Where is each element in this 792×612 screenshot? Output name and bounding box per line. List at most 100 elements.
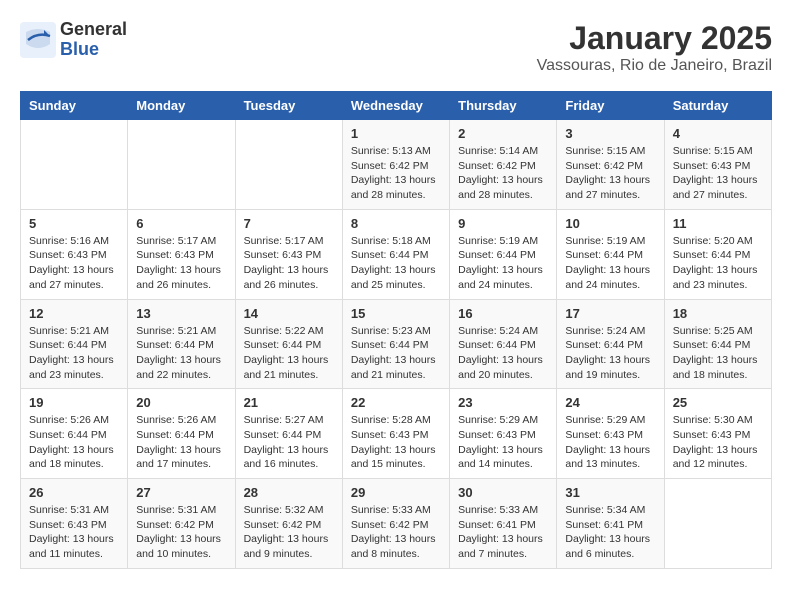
day-info: Sunrise: 5:20 AMSunset: 6:44 PMDaylight:…	[673, 234, 763, 293]
header-thursday: Thursday	[450, 92, 557, 120]
day-cell	[664, 479, 771, 569]
week-row-1: 1 Sunrise: 5:13 AMSunset: 6:42 PMDayligh…	[21, 120, 772, 210]
day-cell: 11 Sunrise: 5:20 AMSunset: 6:44 PMDaylig…	[664, 209, 771, 299]
day-info: Sunrise: 5:26 AMSunset: 6:44 PMDaylight:…	[29, 413, 119, 472]
day-number: 20	[136, 395, 226, 410]
day-info: Sunrise: 5:30 AMSunset: 6:43 PMDaylight:…	[673, 413, 763, 472]
day-number: 7	[244, 216, 334, 231]
day-number: 8	[351, 216, 441, 231]
day-number: 28	[244, 485, 334, 500]
day-number: 15	[351, 306, 441, 321]
day-info: Sunrise: 5:29 AMSunset: 6:43 PMDaylight:…	[565, 413, 655, 472]
calendar-title: January 2025	[537, 20, 772, 57]
week-row-2: 5 Sunrise: 5:16 AMSunset: 6:43 PMDayligh…	[21, 209, 772, 299]
day-cell: 25 Sunrise: 5:30 AMSunset: 6:43 PMDaylig…	[664, 389, 771, 479]
day-cell: 22 Sunrise: 5:28 AMSunset: 6:43 PMDaylig…	[342, 389, 449, 479]
day-cell: 7 Sunrise: 5:17 AMSunset: 6:43 PMDayligh…	[235, 209, 342, 299]
day-cell: 13 Sunrise: 5:21 AMSunset: 6:44 PMDaylig…	[128, 299, 235, 389]
day-number: 2	[458, 126, 548, 141]
day-number: 25	[673, 395, 763, 410]
logo-blue: Blue	[60, 40, 127, 60]
day-number: 5	[29, 216, 119, 231]
day-cell: 28 Sunrise: 5:32 AMSunset: 6:42 PMDaylig…	[235, 479, 342, 569]
day-cell: 21 Sunrise: 5:27 AMSunset: 6:44 PMDaylig…	[235, 389, 342, 479]
logo-icon	[20, 22, 56, 58]
day-number: 30	[458, 485, 548, 500]
day-cell: 23 Sunrise: 5:29 AMSunset: 6:43 PMDaylig…	[450, 389, 557, 479]
day-number: 24	[565, 395, 655, 410]
day-info: Sunrise: 5:16 AMSunset: 6:43 PMDaylight:…	[29, 234, 119, 293]
day-cell: 5 Sunrise: 5:16 AMSunset: 6:43 PMDayligh…	[21, 209, 128, 299]
week-row-4: 19 Sunrise: 5:26 AMSunset: 6:44 PMDaylig…	[21, 389, 772, 479]
day-number: 22	[351, 395, 441, 410]
day-number: 17	[565, 306, 655, 321]
day-cell: 15 Sunrise: 5:23 AMSunset: 6:44 PMDaylig…	[342, 299, 449, 389]
day-info: Sunrise: 5:28 AMSunset: 6:43 PMDaylight:…	[351, 413, 441, 472]
day-info: Sunrise: 5:24 AMSunset: 6:44 PMDaylight:…	[458, 324, 548, 383]
day-info: Sunrise: 5:15 AMSunset: 6:43 PMDaylight:…	[673, 144, 763, 203]
day-cell: 30 Sunrise: 5:33 AMSunset: 6:41 PMDaylig…	[450, 479, 557, 569]
day-number: 27	[136, 485, 226, 500]
day-info: Sunrise: 5:13 AMSunset: 6:42 PMDaylight:…	[351, 144, 441, 203]
day-cell: 6 Sunrise: 5:17 AMSunset: 6:43 PMDayligh…	[128, 209, 235, 299]
day-info: Sunrise: 5:25 AMSunset: 6:44 PMDaylight:…	[673, 324, 763, 383]
day-info: Sunrise: 5:32 AMSunset: 6:42 PMDaylight:…	[244, 503, 334, 562]
day-cell: 19 Sunrise: 5:26 AMSunset: 6:44 PMDaylig…	[21, 389, 128, 479]
day-number: 18	[673, 306, 763, 321]
day-number: 1	[351, 126, 441, 141]
day-info: Sunrise: 5:23 AMSunset: 6:44 PMDaylight:…	[351, 324, 441, 383]
day-number: 29	[351, 485, 441, 500]
logo: General Blue	[20, 20, 127, 60]
day-cell: 27 Sunrise: 5:31 AMSunset: 6:42 PMDaylig…	[128, 479, 235, 569]
day-cell: 4 Sunrise: 5:15 AMSunset: 6:43 PMDayligh…	[664, 120, 771, 210]
day-number: 23	[458, 395, 548, 410]
day-info: Sunrise: 5:24 AMSunset: 6:44 PMDaylight:…	[565, 324, 655, 383]
logo-general: General	[60, 20, 127, 40]
day-cell: 14 Sunrise: 5:22 AMSunset: 6:44 PMDaylig…	[235, 299, 342, 389]
day-number: 31	[565, 485, 655, 500]
day-info: Sunrise: 5:17 AMSunset: 6:43 PMDaylight:…	[136, 234, 226, 293]
day-info: Sunrise: 5:18 AMSunset: 6:44 PMDaylight:…	[351, 234, 441, 293]
day-info: Sunrise: 5:21 AMSunset: 6:44 PMDaylight:…	[136, 324, 226, 383]
day-number: 6	[136, 216, 226, 231]
day-cell: 10 Sunrise: 5:19 AMSunset: 6:44 PMDaylig…	[557, 209, 664, 299]
day-info: Sunrise: 5:29 AMSunset: 6:43 PMDaylight:…	[458, 413, 548, 472]
day-cell: 16 Sunrise: 5:24 AMSunset: 6:44 PMDaylig…	[450, 299, 557, 389]
header-sunday: Sunday	[21, 92, 128, 120]
day-number: 16	[458, 306, 548, 321]
day-number: 13	[136, 306, 226, 321]
day-info: Sunrise: 5:19 AMSunset: 6:44 PMDaylight:…	[565, 234, 655, 293]
day-info: Sunrise: 5:26 AMSunset: 6:44 PMDaylight:…	[136, 413, 226, 472]
day-number: 26	[29, 485, 119, 500]
day-info: Sunrise: 5:33 AMSunset: 6:42 PMDaylight:…	[351, 503, 441, 562]
week-row-5: 26 Sunrise: 5:31 AMSunset: 6:43 PMDaylig…	[21, 479, 772, 569]
day-cell: 12 Sunrise: 5:21 AMSunset: 6:44 PMDaylig…	[21, 299, 128, 389]
day-cell: 9 Sunrise: 5:19 AMSunset: 6:44 PMDayligh…	[450, 209, 557, 299]
day-info: Sunrise: 5:17 AMSunset: 6:43 PMDaylight:…	[244, 234, 334, 293]
day-cell: 20 Sunrise: 5:26 AMSunset: 6:44 PMDaylig…	[128, 389, 235, 479]
logo-text: General Blue	[60, 20, 127, 60]
day-info: Sunrise: 5:21 AMSunset: 6:44 PMDaylight:…	[29, 324, 119, 383]
day-number: 12	[29, 306, 119, 321]
day-number: 10	[565, 216, 655, 231]
day-number: 4	[673, 126, 763, 141]
calendar-subtitle: Vassouras, Rio de Janeiro, Brazil	[537, 57, 772, 75]
day-cell	[21, 120, 128, 210]
title-block: January 2025 Vassouras, Rio de Janeiro, …	[537, 20, 772, 75]
day-number: 21	[244, 395, 334, 410]
header-tuesday: Tuesday	[235, 92, 342, 120]
day-number: 14	[244, 306, 334, 321]
page-header: General Blue January 2025 Vassouras, Rio…	[20, 20, 772, 75]
header-friday: Friday	[557, 92, 664, 120]
header-row: SundayMondayTuesdayWednesdayThursdayFrid…	[21, 92, 772, 120]
day-cell: 3 Sunrise: 5:15 AMSunset: 6:42 PMDayligh…	[557, 120, 664, 210]
header-wednesday: Wednesday	[342, 92, 449, 120]
day-info: Sunrise: 5:31 AMSunset: 6:42 PMDaylight:…	[136, 503, 226, 562]
day-cell: 2 Sunrise: 5:14 AMSunset: 6:42 PMDayligh…	[450, 120, 557, 210]
week-row-3: 12 Sunrise: 5:21 AMSunset: 6:44 PMDaylig…	[21, 299, 772, 389]
day-info: Sunrise: 5:31 AMSunset: 6:43 PMDaylight:…	[29, 503, 119, 562]
day-cell: 8 Sunrise: 5:18 AMSunset: 6:44 PMDayligh…	[342, 209, 449, 299]
day-info: Sunrise: 5:15 AMSunset: 6:42 PMDaylight:…	[565, 144, 655, 203]
day-number: 11	[673, 216, 763, 231]
header-monday: Monday	[128, 92, 235, 120]
